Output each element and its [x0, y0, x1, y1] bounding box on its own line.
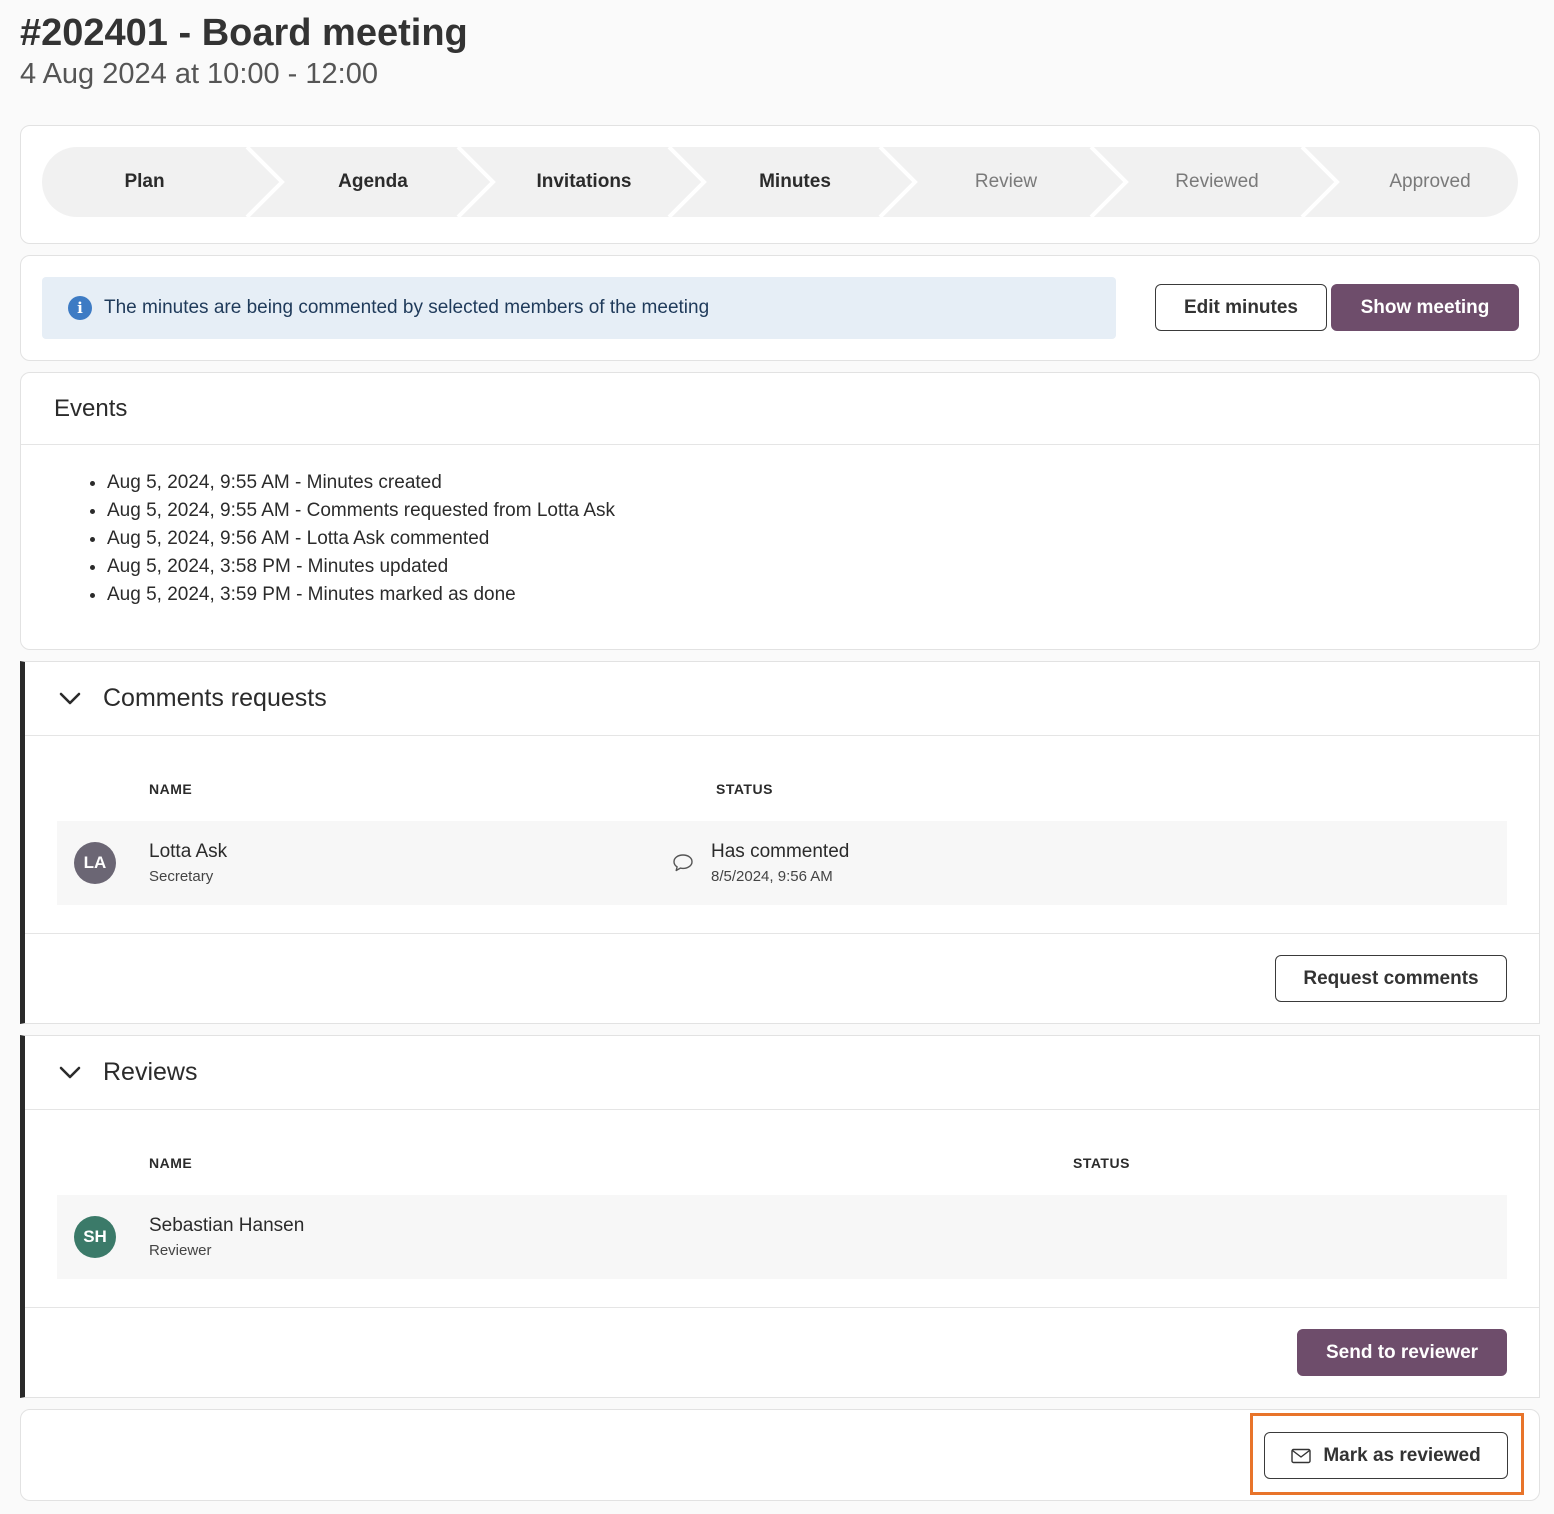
person-name: Lotta Ask [149, 841, 228, 862]
step-approved[interactable]: Approved [1324, 147, 1518, 217]
comment-bubble-icon [673, 854, 693, 872]
step-review[interactable]: Review [902, 147, 1110, 217]
events-header: Events [21, 373, 1539, 445]
reviews-section: Reviews NAME STATUS SH Sebastian Hansen … [20, 1035, 1540, 1398]
reviews-title: Reviews [103, 1058, 198, 1086]
person-role: Reviewer [149, 1242, 212, 1259]
comments-requests-section: Comments requests NAME STATUS LA Lotta A… [20, 661, 1540, 1024]
meeting-datetime: 4 Aug 2024 at 10:00 - 12:00 [20, 58, 378, 90]
highlight-box [1250, 1413, 1524, 1495]
comments-requests-header[interactable]: Comments requests [25, 662, 1539, 736]
comment-status-time: 8/5/2024, 9:56 AM [711, 868, 833, 885]
request-comments-button[interactable]: Request comments [1275, 955, 1507, 1002]
send-to-reviewer-button[interactable]: Send to reviewer [1297, 1329, 1507, 1376]
column-header-status: STATUS [1073, 1155, 1130, 1171]
events-card: Events Aug 5, 2024, 9:55 AM - Minutes cr… [20, 372, 1540, 650]
step-agenda[interactable]: Agenda [269, 147, 477, 217]
info-banner: i The minutes are being commented by sel… [42, 277, 1116, 339]
event-item: Aug 5, 2024, 9:56 AM - Lotta Ask comment… [107, 525, 615, 553]
comments-requests-title: Comments requests [103, 684, 327, 712]
workflow-stepper: Plan Agenda Invitations Minutes Review R… [42, 147, 1518, 217]
divider [25, 933, 1539, 934]
reviews-header[interactable]: Reviews [25, 1036, 1539, 1110]
workflow-stepper-card: Plan Agenda Invitations Minutes Review R… [20, 125, 1540, 244]
divider [25, 1307, 1539, 1308]
column-header-name: NAME [149, 781, 193, 797]
person-name: Sebastian Hansen [149, 1215, 305, 1236]
events-title: Events [54, 395, 128, 422]
minutes-status-card: i The minutes are being commented by sel… [20, 255, 1540, 361]
event-item: Aug 5, 2024, 9:55 AM - Minutes created [107, 469, 615, 497]
info-icon: i [68, 296, 92, 320]
table-row: SH Sebastian Hansen Reviewer [57, 1195, 1507, 1279]
page-title: #202401 - Board meeting [20, 12, 468, 54]
table-row: LA Lotta Ask Secretary Has commented 8/5… [57, 821, 1507, 905]
column-header-status: STATUS [716, 781, 773, 797]
events-list: Aug 5, 2024, 9:55 AM - Minutes created A… [107, 469, 615, 609]
step-invitations[interactable]: Invitations [480, 147, 688, 217]
event-item: Aug 5, 2024, 3:59 PM - Minutes marked as… [107, 581, 615, 609]
step-reviewed[interactable]: Reviewed [1113, 147, 1321, 217]
info-message: The minutes are being commented by selec… [104, 297, 710, 318]
event-item: Aug 5, 2024, 3:58 PM - Minutes updated [107, 553, 615, 581]
column-header-name: NAME [149, 1155, 193, 1171]
edit-minutes-button[interactable]: Edit minutes [1155, 284, 1327, 331]
step-plan[interactable]: Plan [42, 147, 247, 217]
step-minutes[interactable]: Minutes [691, 147, 899, 217]
chevron-down-icon[interactable] [58, 687, 82, 711]
avatar: SH [74, 1216, 116, 1258]
event-item: Aug 5, 2024, 9:55 AM - Comments requeste… [107, 497, 615, 525]
comment-status: Has commented [711, 841, 850, 862]
chevron-down-icon[interactable] [58, 1061, 82, 1085]
show-meeting-button[interactable]: Show meeting [1331, 284, 1519, 331]
person-role: Secretary [149, 868, 214, 885]
avatar: LA [74, 842, 116, 884]
